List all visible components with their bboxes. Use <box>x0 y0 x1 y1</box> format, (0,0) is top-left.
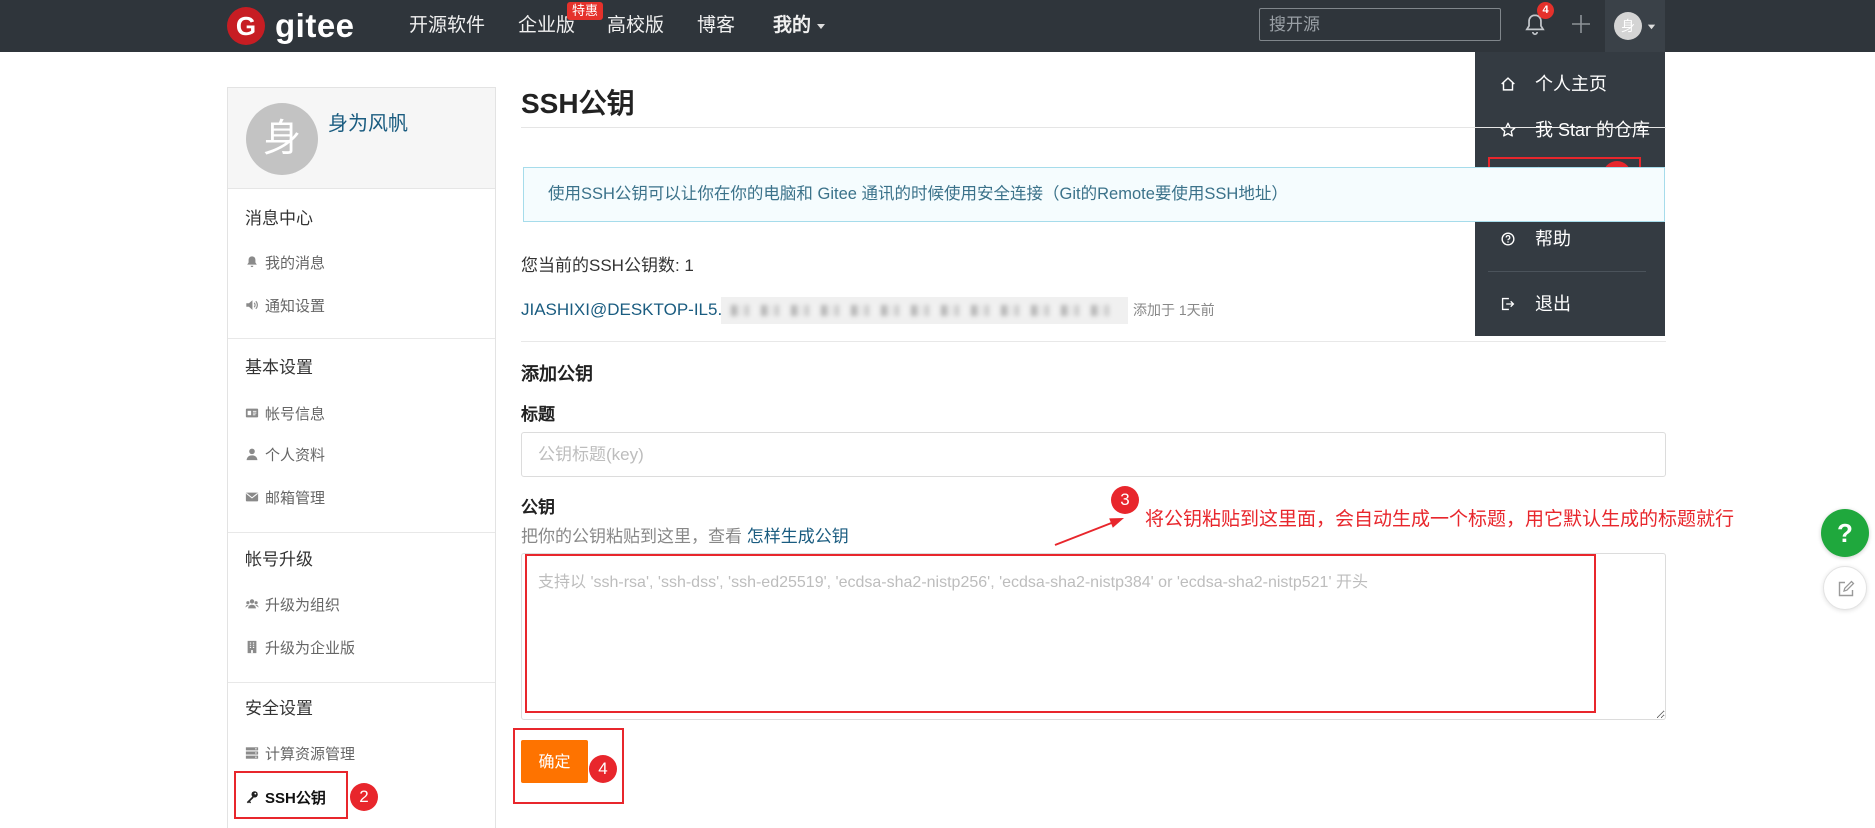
menu-item-profile[interactable]: 个人主页 <box>1475 69 1665 99</box>
volume-icon <box>246 300 258 310</box>
users-icon <box>245 599 259 609</box>
menu-item-logout[interactable]: 退出 <box>1475 289 1665 319</box>
building-icon <box>247 640 257 654</box>
envelope-icon <box>245 492 259 502</box>
home-icon <box>1501 77 1515 91</box>
sidebar-item-email-management[interactable]: 邮箱管理 <box>245 485 325 509</box>
ssh-key-count: 您当前的SSH公钥数: 1 <box>521 256 694 275</box>
section-divider <box>521 341 1666 342</box>
add-key-heading: 添加公钥 <box>521 364 593 384</box>
caret-down-icon <box>1647 24 1656 30</box>
menu-item-label: 帮助 <box>1535 229 1571 249</box>
star-icon <box>1500 122 1516 137</box>
sidebar-item-compute-resources[interactable]: 计算资源管理 <box>245 741 355 765</box>
user-avatar-dropdown[interactable]: 身 <box>1605 0 1665 52</box>
menu-item-label: 个人主页 <box>1535 74 1607 94</box>
sidebar-item-label: 个人资料 <box>265 446 326 464</box>
key-title-label: 标题 <box>521 405 555 424</box>
floating-help-button[interactable]: ? <box>1821 509 1869 557</box>
sidebar-divider <box>228 532 495 533</box>
nav-education[interactable]: 高校版 <box>607 0 664 52</box>
id-card-icon <box>245 408 259 418</box>
sidebar-section-security: 安全设置 <box>245 699 313 718</box>
how-to-generate-key-link[interactable]: 怎样生成公钥 <box>747 527 849 546</box>
sidebar-section-messages: 消息中心 <box>245 209 313 228</box>
search-input[interactable] <box>1259 8 1501 41</box>
annotation-marker-4: 4 <box>589 755 617 783</box>
user-icon <box>246 448 258 461</box>
server-icon <box>245 747 259 759</box>
sidebar-item-account-info[interactable]: 帐号信息 <box>245 401 325 425</box>
sidebar-section-basic-settings: 基本设置 <box>245 358 313 377</box>
annotation-marker-3: 3 <box>1111 486 1139 514</box>
menu-item-starred-repos[interactable]: 我 Star 的仓库 <box>1475 115 1665 145</box>
floating-feedback-button[interactable] <box>1823 566 1867 610</box>
help-circle-icon <box>1501 232 1515 246</box>
sidebar-item-label: 通知设置 <box>265 297 326 315</box>
gitee-logo[interactable]: G gitee <box>227 6 355 46</box>
menu-item-label: 我 Star 的仓库 <box>1535 120 1651 140</box>
annotation-box-textarea <box>525 554 1596 713</box>
sidebar-item-label: 我的消息 <box>265 254 326 272</box>
ssh-key-added-time: 添加于 1天前 <box>1133 302 1215 318</box>
annotation-arrow-icon <box>1054 518 1124 546</box>
question-icon: ? <box>1837 518 1853 548</box>
title-divider <box>521 127 1666 128</box>
sidebar-divider <box>228 338 495 339</box>
logout-icon <box>1501 297 1515 311</box>
public-key-hint: 把你的公钥粘贴到这里，查看 怎样生成公钥 <box>521 525 849 549</box>
menu-divider <box>1488 271 1646 272</box>
profile-username[interactable]: 身为风帆 <box>328 110 408 138</box>
nav-mine-label: 我的 <box>773 15 812 36</box>
sidebar-item-label: 邮箱管理 <box>265 489 326 507</box>
profile-avatar[interactable]: 身 <box>246 103 318 175</box>
bell-icon <box>247 256 257 268</box>
nav-open-source[interactable]: 开源软件 <box>409 0 485 52</box>
nav-enterprise-promo-badge: 特惠 <box>567 2 604 20</box>
sidebar-item-upgrade-organization[interactable]: 升级为组织 <box>245 592 340 616</box>
sidebar-item-profile[interactable]: 个人资料 <box>245 442 325 466</box>
sidebar-divider <box>228 682 495 683</box>
ssh-key-name[interactable]: JIASHIXI@DESKTOP-IL5... <box>521 298 732 322</box>
plus-icon[interactable] <box>1569 12 1593 36</box>
edit-external-icon <box>1838 580 1855 597</box>
sidebar-item-upgrade-enterprise[interactable]: 升级为企业版 <box>245 635 355 659</box>
gitee-logo-mark: G <box>227 7 265 45</box>
sidebar-section-account-upgrade: 帐号升级 <box>245 550 313 569</box>
menu-item-help[interactable]: 帮助 <box>1475 224 1665 254</box>
sidebar-item-label: 升级为组织 <box>265 596 341 614</box>
ssh-key-fingerprint-redacted <box>721 297 1128 324</box>
public-key-hint-text: 把你的公钥粘贴到这里，查看 <box>521 527 747 546</box>
menu-item-label: 退出 <box>1535 294 1571 314</box>
nav-blog[interactable]: 博客 <box>697 0 735 52</box>
sidebar-item-notification-settings[interactable]: 通知设置 <box>245 293 325 317</box>
annotation-marker-2: 2 <box>350 783 378 811</box>
notification-count-badge: 4 <box>1537 2 1554 19</box>
nav-mine-dropdown[interactable]: 我的 <box>773 0 827 52</box>
annotation-box-ssh-keys <box>234 771 348 819</box>
page-title: SSH公钥 <box>521 88 635 119</box>
ssh-info-alert: 使用SSH公钥可以让你在你的电脑和 Gitee 通讯的时候使用安全连接（Git的… <box>523 167 1665 222</box>
annotation-note: 将公钥粘贴到这里面，会自动生成一个标题，用它默认生成的标题就行 <box>1145 509 1735 530</box>
key-title-input[interactable] <box>521 432 1666 477</box>
sidebar-item-label: 升级为企业版 <box>265 639 356 657</box>
caret-down-icon <box>817 24 826 29</box>
avatar: 身 <box>1614 12 1642 40</box>
sidebar-item-label: 计算资源管理 <box>265 745 356 763</box>
public-key-label: 公钥 <box>521 498 555 517</box>
gitee-logo-text: gitee <box>275 7 355 44</box>
sidebar-item-my-messages[interactable]: 我的消息 <box>245 250 325 274</box>
sidebar-item-label: 帐号信息 <box>265 405 326 423</box>
